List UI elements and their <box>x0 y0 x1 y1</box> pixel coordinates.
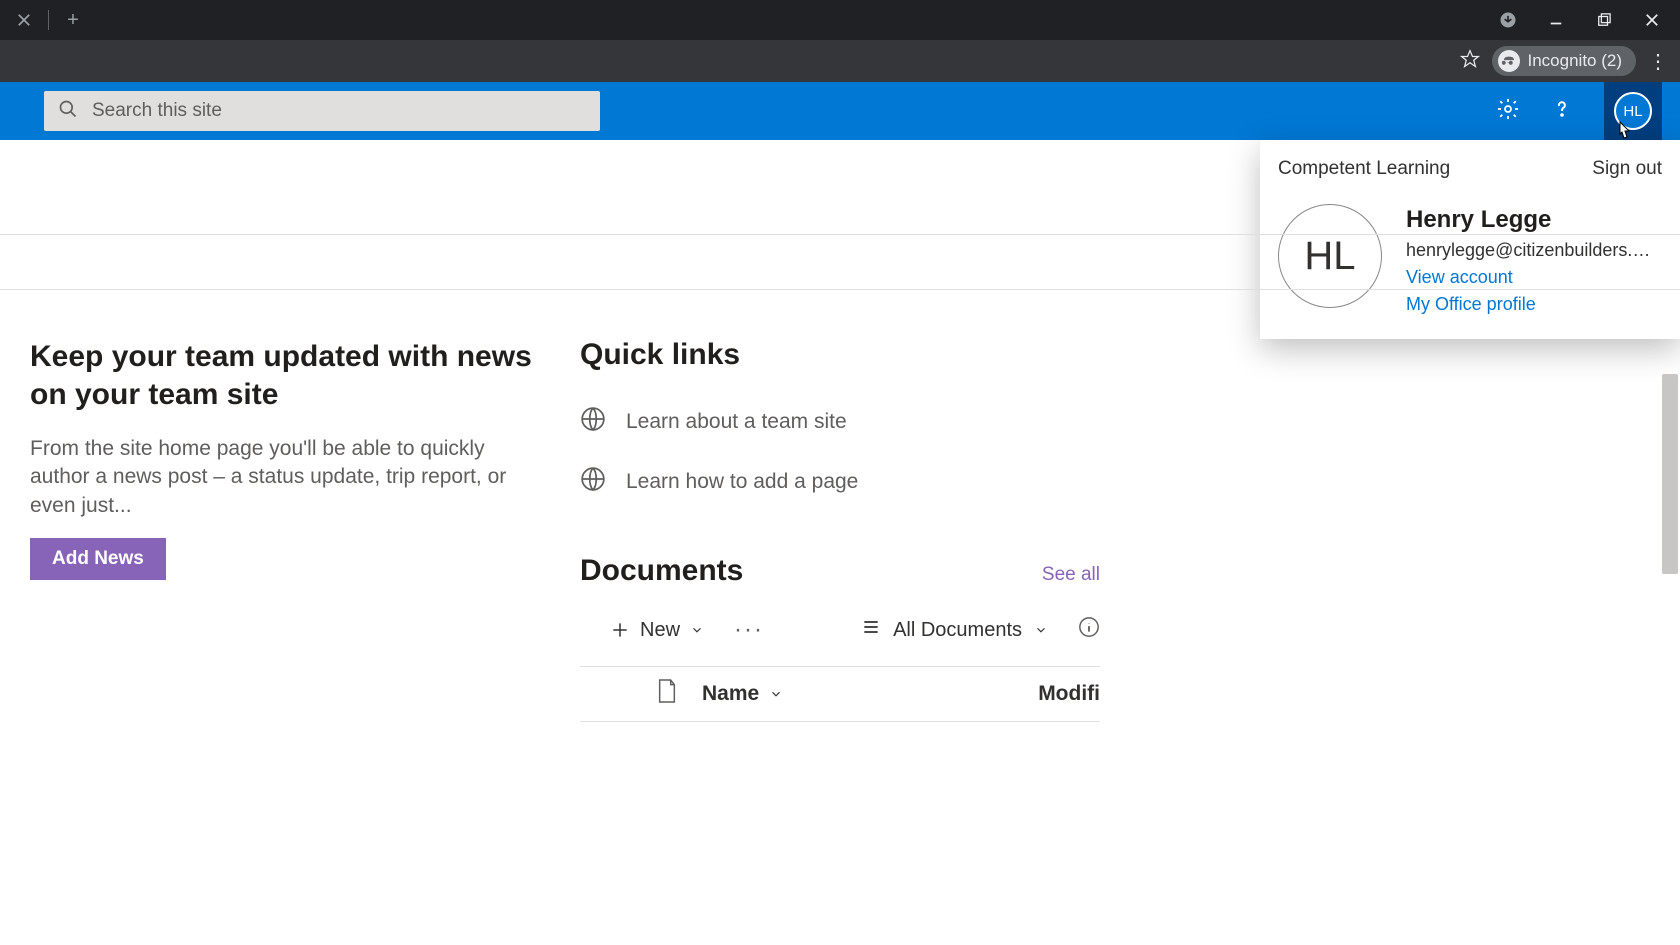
sign-out-link[interactable]: Sign out <box>1592 158 1662 180</box>
column-modified[interactable]: Modifi <box>1038 682 1100 706</box>
quick-link-item[interactable]: Learn about a team site <box>580 406 1100 438</box>
search-box[interactable] <box>44 91 600 131</box>
browser-tab-strip: + <box>0 0 1680 40</box>
help-icon[interactable] <box>1550 97 1574 126</box>
page-content: Keep your team updated with news on your… <box>0 234 1680 722</box>
bookmark-star-icon[interactable] <box>1460 49 1480 74</box>
quick-link-label: Learn about a team site <box>626 410 847 434</box>
org-name: Competent Learning <box>1278 158 1450 180</box>
close-window-button[interactable] <box>1640 13 1664 27</box>
browser-toolbar: Incognito (2) ⋮ <box>0 40 1680 82</box>
vertical-scrollbar[interactable] <box>1662 374 1678 574</box>
globe-icon <box>580 466 606 498</box>
search-icon <box>58 99 78 124</box>
column-name[interactable]: Name <box>702 682 783 706</box>
quick-link-label: Learn how to add a page <box>626 470 858 494</box>
globe-icon <box>580 406 606 438</box>
close-tab-button[interactable] <box>4 0 44 40</box>
view-label: All Documents <box>893 619 1022 642</box>
documents-title: Documents <box>580 554 743 588</box>
avatar-small: HL <box>1614 92 1652 130</box>
see-all-link[interactable]: See all <box>1042 564 1100 586</box>
tab-divider <box>48 10 49 30</box>
browser-menu-button[interactable]: ⋮ <box>1648 49 1668 74</box>
quick-link-item[interactable]: Learn how to add a page <box>580 466 1100 498</box>
view-selector[interactable]: All Documents <box>861 617 1048 643</box>
incognito-badge[interactable]: Incognito (2) <box>1492 46 1637 76</box>
add-news-button[interactable]: Add News <box>30 538 166 580</box>
new-label: New <box>640 619 680 642</box>
account-button[interactable]: HL <box>1604 82 1662 140</box>
settings-gear-icon[interactable] <box>1496 97 1520 126</box>
news-title: Keep your team updated with news on your… <box>30 338 540 413</box>
more-actions-button[interactable]: ··· <box>734 616 764 644</box>
quick-links-title: Quick links <box>580 338 1100 372</box>
search-input[interactable] <box>92 100 586 122</box>
incognito-icon <box>1498 50 1520 72</box>
incognito-label: Incognito (2) <box>1528 51 1623 71</box>
documents-table-header: Name Modifi <box>580 666 1100 722</box>
file-icon <box>656 678 678 710</box>
news-description: From the site home page you'll be able t… <box>30 435 540 520</box>
documents-toolbar: New ··· All Documents <box>580 616 1100 644</box>
maximize-button[interactable] <box>1592 13 1616 27</box>
new-tab-button[interactable]: + <box>53 9 93 32</box>
suite-bar: HL <box>0 82 1680 140</box>
news-section: Keep your team updated with news on your… <box>30 338 540 722</box>
minimize-button[interactable] <box>1544 13 1568 27</box>
info-icon[interactable] <box>1078 616 1100 644</box>
new-button[interactable]: New <box>610 619 704 642</box>
user-name: Henry Legge <box>1406 206 1656 234</box>
profile-circle-icon[interactable] <box>1496 10 1520 30</box>
list-icon <box>861 617 881 643</box>
